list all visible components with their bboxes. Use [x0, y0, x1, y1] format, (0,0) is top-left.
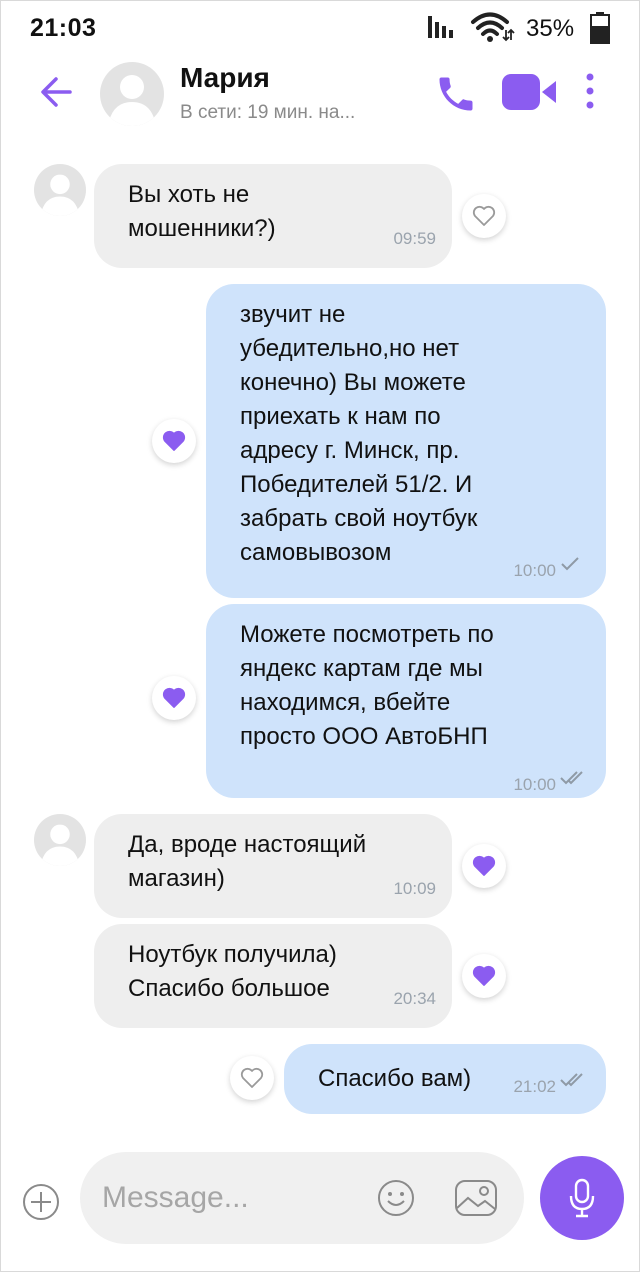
message-text: Можете посмотреть по яндекс картам где м… [240, 618, 494, 754]
reaction-button[interactable] [462, 844, 506, 888]
heart-filled-icon [472, 855, 496, 876]
message-line: звучит не [240, 301, 346, 328]
reaction-button[interactable] [230, 1056, 274, 1100]
contact-last-seen: В сети: 19 мин. на... [180, 102, 356, 123]
message-time: 09:59 [393, 229, 436, 248]
gallery-icon[interactable] [454, 1178, 498, 1218]
message-bubble[interactable]: Спасибо вам) 21:02 [284, 1044, 606, 1114]
reaction-button[interactable] [152, 676, 196, 720]
heart-filled-icon [472, 965, 496, 986]
message-line: Да, вроде настоящий [128, 831, 367, 858]
message-line: магазин) [128, 865, 225, 892]
message-line: Победителей 51/2. И [240, 471, 473, 498]
message-bubble[interactable]: Можете посмотреть по яндекс картам где м… [206, 604, 606, 798]
message-time: 10:00 [513, 561, 556, 580]
attach-plus-icon[interactable] [22, 1183, 60, 1221]
voice-record-button[interactable] [540, 1156, 624, 1240]
message-line: самовывозом [240, 539, 392, 566]
battery-icon [590, 12, 610, 44]
contact-name[interactable]: Мария [180, 62, 270, 94]
message-text: Спасибо вам) [318, 1062, 471, 1096]
chat-header: Мария В сети: 19 мин. на... [0, 58, 640, 138]
message-line: яндекс картам где мы [240, 655, 483, 682]
message-time: 20:34 [393, 989, 436, 1008]
message-text: Вы хоть не мошенники?) [128, 178, 276, 246]
message-bubble[interactable]: Ноутбук получила) Спасибо большое 20:34 [94, 924, 452, 1028]
message-line: Ноутбук получила) [128, 941, 337, 968]
message-line: убедительно,но нет [240, 335, 460, 362]
user-silhouette-icon [40, 824, 80, 866]
status-time: 21:03 [30, 14, 97, 42]
message-line: забрать свой ноутбук [240, 505, 478, 532]
message-bubble[interactable]: Вы хоть не мошенники?) 09:59 [94, 164, 452, 268]
message-line: Спасибо большое [128, 975, 330, 1002]
message-bubble[interactable]: Да, вроде настоящий магазин) 10:09 [94, 814, 452, 918]
microphone-icon [569, 1178, 595, 1218]
message-line: просто ООО АвтоБНП [240, 723, 488, 750]
heart-outline-icon [472, 205, 496, 226]
message-time: 10:00 [513, 775, 556, 794]
contact-avatar[interactable] [100, 62, 164, 126]
reaction-button[interactable] [462, 194, 506, 238]
message-time: 10:09 [393, 879, 436, 898]
heart-filled-icon [162, 687, 186, 708]
message-line: находимся, вбейте [240, 689, 451, 716]
message-text: Ноутбук получила) Спасибо большое [128, 938, 337, 1006]
message-text: звучит не убедительно,но нет конечно) Вы… [240, 298, 477, 570]
message-line: мошенники?) [128, 215, 276, 242]
message-line: конечно) Вы можете [240, 369, 466, 396]
sent-check-icon [561, 557, 579, 571]
message-bubble[interactable]: звучит не убедительно,но нет конечно) Вы… [206, 284, 606, 598]
message-line: приехать к нам по [240, 403, 441, 430]
message-line: Спасибо вам) [318, 1065, 472, 1092]
message-line: адресу г. Минск, пр. [240, 437, 460, 464]
status-bar: 21:03 35% [0, 0, 640, 58]
reaction-button[interactable] [462, 954, 506, 998]
sender-avatar[interactable] [34, 164, 86, 216]
message-input[interactable] [100, 1174, 354, 1222]
user-silhouette-icon [40, 174, 80, 216]
read-double-check-icon [560, 771, 583, 785]
reaction-button[interactable] [152, 419, 196, 463]
message-input-container [80, 1152, 524, 1244]
read-double-check-icon [560, 1073, 583, 1087]
message-time: 21:02 [513, 1077, 556, 1096]
user-silhouette-icon [108, 75, 156, 126]
heart-filled-icon [162, 430, 186, 451]
message-line: Можете посмотреть по [240, 621, 494, 648]
battery-percent: 35% [526, 15, 575, 42]
heart-outline-icon [240, 1067, 264, 1088]
sender-avatar[interactable] [34, 814, 86, 866]
wifi-icon [471, 12, 515, 42]
phone-call-icon[interactable] [434, 72, 478, 116]
more-options-icon[interactable] [582, 72, 598, 112]
video-call-icon[interactable] [500, 70, 558, 114]
back-arrow-icon[interactable] [38, 74, 74, 110]
signal-icon [428, 16, 453, 38]
emoji-icon[interactable] [376, 1178, 416, 1218]
message-text: Да, вроде настоящий магазин) [128, 828, 366, 896]
message-line: Вы хоть не [128, 181, 250, 208]
